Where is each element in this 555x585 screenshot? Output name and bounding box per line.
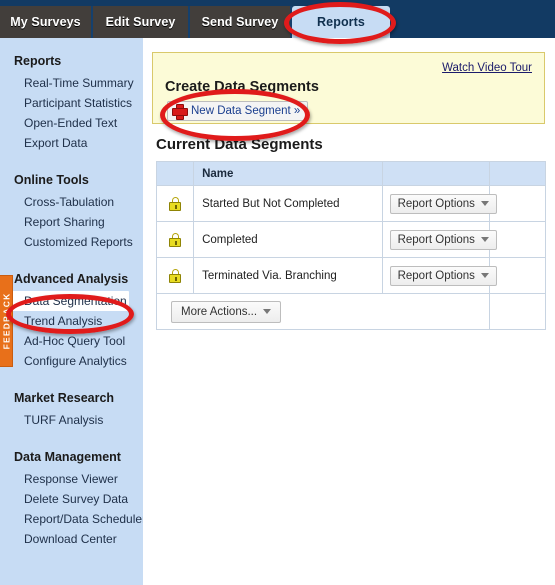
tab-edit-survey[interactable]: Edit Survey: [93, 6, 190, 38]
sidebar-group-data-management: Data Management Response Viewer Delete S…: [0, 450, 146, 549]
sidebar-navigation: Reports Real-Time Summary Participant St…: [0, 38, 146, 585]
report-options-label: Report Options: [397, 197, 475, 210]
new-data-segment-label: New Data Segment »: [191, 105, 301, 117]
tab-send-survey-label: Send Survey: [201, 15, 279, 29]
report-options-button[interactable]: Report Options: [389, 229, 497, 250]
sidebar-item-participant-statistics[interactable]: Participant Statistics: [0, 93, 143, 113]
sidebar-heading-data-management: Data Management: [14, 450, 121, 464]
sidebar-item-configure-analytics[interactable]: Configure Analytics: [0, 351, 143, 371]
application-window: My Surveys Edit Survey Send Survey Repor…: [0, 0, 555, 585]
row-lock-cell: [155, 185, 195, 222]
feedback-tab-label: FEEDBACK: [1, 292, 12, 350]
chevron-down-icon: [480, 237, 489, 242]
plus-icon: [172, 104, 188, 120]
sidebar-item-report-data-scheduler[interactable]: Report/Data Scheduler: [0, 509, 146, 529]
sidebar-item-open-ended-text[interactable]: Open-Ended Text: [0, 113, 143, 133]
lock-icon: [169, 268, 182, 283]
row-actions-cell: Report Options: [381, 221, 497, 258]
chevron-down-icon: [480, 273, 489, 278]
more-actions-button[interactable]: More Actions...: [171, 300, 282, 323]
sidebar-item-response-viewer[interactable]: Response Viewer: [0, 469, 143, 489]
column-header-name: Name: [193, 161, 383, 186]
data-segments-table: Name Started But Not Completed Report Op…: [155, 161, 547, 330]
feedback-tab[interactable]: FEEDBACK: [0, 275, 13, 367]
sidebar-group-online-tools: Online Tools Cross-Tabulation Report Sha…: [0, 173, 143, 252]
row-blank-cell: [488, 221, 547, 258]
chevron-down-icon: [263, 309, 272, 314]
more-actions-label: More Actions...: [181, 305, 258, 318]
table-row: Terminated Via. Branching Report Options: [155, 257, 547, 294]
table-row: Completed Report Options: [155, 221, 547, 258]
sidebar-heading-online-tools: Online Tools: [14, 173, 89, 187]
create-data-segments-panel: Watch Video Tour Create Data Segments Ne…: [152, 52, 545, 124]
lock-icon: [169, 232, 182, 247]
watch-video-tour-link[interactable]: Watch Video Tour: [442, 62, 532, 74]
table-body: Started But Not Completed Report Options: [155, 185, 547, 330]
current-data-segments-title: Current Data Segments: [156, 136, 323, 153]
sidebar-item-cross-tabulation[interactable]: Cross-Tabulation: [0, 192, 143, 212]
create-data-segments-title: Create Data Segments: [165, 79, 319, 95]
sidebar-item-data-segmentation[interactable]: Data Segmentation: [0, 291, 129, 311]
sidebar-item-delete-survey-data[interactable]: Delete Survey Data: [0, 489, 143, 509]
tab-reports-label: Reports: [317, 15, 365, 29]
tab-reports[interactable]: Reports: [292, 6, 390, 38]
lock-icon: [169, 196, 182, 211]
sidebar-group-reports: Reports Real-Time Summary Participant St…: [0, 54, 143, 153]
row-name-cell: Started But Not Completed: [193, 185, 383, 222]
main-tab-strip: My Surveys Edit Survey Send Survey Repor…: [0, 6, 555, 38]
tab-send-survey[interactable]: Send Survey: [190, 6, 292, 38]
table-header-row: Name: [155, 161, 547, 186]
row-lock-cell: [155, 221, 195, 258]
sidebar-item-download-center[interactable]: Download Center: [0, 529, 143, 549]
report-options-label: Report Options: [397, 233, 475, 246]
row-blank-cell: [488, 257, 547, 294]
sidebar-heading-advanced-analysis: Advanced Analysis: [14, 272, 129, 286]
row-name-cell: Completed: [193, 221, 383, 258]
sidebar-item-real-time-summary[interactable]: Real-Time Summary: [0, 73, 143, 93]
row-actions-cell: Report Options: [381, 257, 497, 294]
table-header: Name: [155, 161, 547, 186]
report-options-label: Report Options: [397, 269, 475, 282]
column-header-blank: [488, 161, 547, 186]
sidebar-heading-market-research: Market Research: [14, 391, 115, 405]
sidebar-item-export-data[interactable]: Export Data: [0, 133, 143, 153]
row-actions-cell: Report Options: [381, 185, 497, 222]
sidebar-item-ad-hoc-query-tool[interactable]: Ad-Hoc Query Tool: [0, 331, 143, 351]
tab-my-surveys-label: My Surveys: [10, 15, 81, 29]
sidebar-heading-reports: Reports: [14, 54, 62, 68]
sidebar-item-turf-analysis[interactable]: TURF Analysis: [0, 410, 143, 430]
more-actions-cell: More Actions...: [156, 293, 490, 330]
tab-edit-survey-label: Edit Survey: [105, 15, 176, 29]
main-content: Watch Video Tour Create Data Segments Ne…: [143, 38, 555, 585]
new-data-segment-button[interactable]: New Data Segment »: [167, 101, 309, 121]
row-lock-cell: [155, 257, 195, 294]
report-options-button[interactable]: Report Options: [389, 193, 497, 214]
sidebar-item-trend-analysis[interactable]: Trend Analysis: [0, 311, 143, 331]
sidebar-group-market-research: Market Research TURF Analysis: [0, 391, 143, 430]
row-name-cell: Terminated Via. Branching: [193, 257, 383, 294]
footer-blank-cell: [488, 293, 547, 330]
sidebar-item-customized-reports[interactable]: Customized Reports: [0, 232, 143, 252]
sidebar-item-report-sharing[interactable]: Report Sharing: [0, 212, 143, 232]
row-blank-cell: [488, 185, 547, 222]
column-header-lock: [155, 161, 195, 186]
table-row: Started But Not Completed Report Options: [155, 185, 547, 222]
tab-my-surveys[interactable]: My Surveys: [0, 6, 93, 38]
top-navigation-bar: My Surveys Edit Survey Send Survey Repor…: [0, 0, 555, 38]
sidebar-group-advanced-analysis: Advanced Analysis Data Segmentation Tren…: [0, 272, 143, 371]
table-footer-row: More Actions...: [156, 293, 547, 330]
report-options-button[interactable]: Report Options: [389, 265, 497, 286]
column-header-actions: [381, 161, 490, 186]
chevron-down-icon: [480, 201, 489, 206]
